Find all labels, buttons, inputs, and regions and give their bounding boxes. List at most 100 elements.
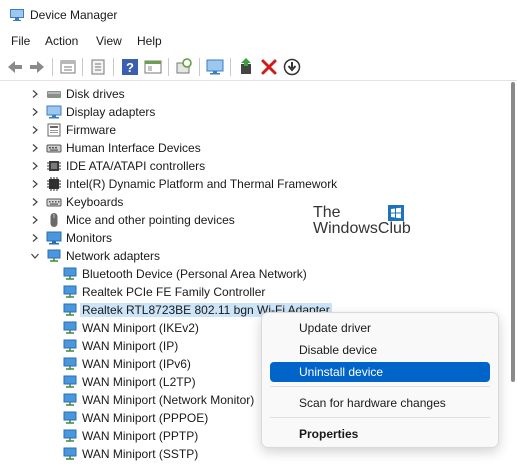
svg-text:?: ? [126,60,134,75]
menu-item-label: Scan for hardware changes [299,396,446,410]
menu-item-disable-device[interactable]: Disable device [262,340,498,360]
tree-item-label: Human Interface Devices [66,141,201,155]
tree-item-label: Monitors [66,231,113,245]
network-adapter-item[interactable]: WAN Miniport (Network Monitor) [62,391,254,409]
network-adapter-item[interactable]: WAN Miniport (PPPOE) [62,409,208,427]
add-driver-icon[interactable] [237,57,257,77]
watermark-line2: WindowsClub [313,220,411,237]
menu-help[interactable]: Help [137,34,162,48]
network-adapter-label: WAN Miniport (IP) [82,339,179,353]
tree-item-display-adapters[interactable]: Display adapters [28,103,155,121]
menu-item-label: Disable device [299,343,378,357]
chevron-right-icon[interactable] [28,193,42,211]
network-adapter-item[interactable]: WAN Miniport (PPTP) [62,427,198,445]
toolbar-separator [230,58,231,76]
update-down-icon[interactable] [282,57,302,77]
toolbar: ? [0,54,517,81]
chevron-right-icon[interactable] [28,157,42,175]
tree-item-mice[interactable]: Mice and other pointing devices [28,211,235,229]
network-adapter-label: WAN Miniport (SSTP) [82,447,199,461]
tree-item-label: Mice and other pointing devices [66,213,235,227]
keyboard-icon [46,198,62,207]
hid-icon [46,144,62,153]
network-adapter-icon [63,303,77,316]
chevron-right-icon[interactable] [28,103,42,121]
display-adapter-icon [46,105,62,119]
network-adapter-label: WAN Miniport (L2TP) [82,375,196,389]
chevron-right-icon[interactable] [28,229,42,247]
network-adapter-icon [63,339,77,352]
network-adapter-icon [63,375,77,388]
network-adapter-label: WAN Miniport (IKEv2) [82,321,199,335]
menu-item-label: Uninstall device [299,365,384,379]
network-adapter-label: WAN Miniport (IPv6) [82,357,191,371]
tree-item-keyboards[interactable]: Keyboards [28,193,123,211]
network-adapter-item[interactable]: WAN Miniport (L2TP) [62,373,196,391]
tree-item-ide-ata-atapi-controllers[interactable]: IDE ATA/ATAPI controllers [28,157,205,175]
tree-item-firmware[interactable]: Firmware [28,121,116,139]
device-manager-icon [10,9,24,21]
chevron-right-icon[interactable] [28,85,42,103]
toolbar-separator [52,58,53,76]
help-icon[interactable]: ? [120,57,140,77]
scan-hardware-icon[interactable] [174,57,194,77]
toolbar-separator [82,58,83,76]
menu-item-update-driver[interactable]: Update driver [262,318,498,338]
vertical-scrollbar[interactable] [511,82,515,382]
network-adapter-item[interactable]: WAN Miniport (IP) [62,337,178,355]
chevron-down-icon[interactable] [28,247,42,265]
driver-icon[interactable] [88,57,108,77]
network-adapter-item[interactable]: WAN Miniport (IPv6) [62,355,191,373]
tree-item-label: IDE ATA/ATAPI controllers [66,159,206,173]
network-adapter-label: WAN Miniport (PPTP) [82,429,199,443]
tree-item-network-adapters[interactable]: Network adapters [28,247,160,265]
network-adapter-item[interactable]: WAN Miniport (IKEv2) [62,319,199,337]
properties-icon[interactable] [58,57,78,77]
network-adapter-icon [63,429,77,442]
menu-separator [270,386,490,387]
menu-item-uninstall-device[interactable]: Uninstall device [270,362,490,382]
title-bar: Device Manager [0,0,517,32]
context-menu: Update driver Disable device Uninstall d… [261,312,499,448]
chip-icon [47,177,61,191]
windowsclub-logo-icon [388,205,404,221]
network-adapter-item[interactable]: Bluetooth Device (Personal Area Network) [62,265,307,283]
network-adapter-item[interactable]: WAN Miniport (SSTP) [62,445,198,463]
network-adapter-label: Bluetooth Device (Personal Area Network) [82,267,307,281]
chevron-right-icon[interactable] [28,175,42,193]
network-adapter-icon [47,249,61,262]
menu-bar: File Action View Help [0,32,517,52]
chevron-right-icon[interactable] [28,211,42,229]
menu-separator [270,417,490,418]
network-adapter-label: Realtek PCIe FE Family Controller [82,285,266,299]
menu-item-label: Properties [299,427,359,441]
menu-file[interactable]: File [11,34,30,48]
toolbar-separator [199,58,200,76]
tree-item-disk-drives[interactable]: Disk drives [28,85,125,103]
tree-item-human-interface-devices[interactable]: Human Interface Devices [28,139,201,157]
tree-item-label: Display adapters [66,105,156,119]
back-arrow-icon[interactable] [5,57,25,77]
chevron-right-icon[interactable] [28,121,42,139]
tree-item-monitors[interactable]: Monitors [28,229,112,247]
network-adapter-label: WAN Miniport (Network Monitor) [82,393,255,407]
tree-item-intel-dptf[interactable]: Intel(R) Dynamic Platform and Thermal Fr… [28,175,337,193]
forward-arrow-icon[interactable] [27,57,47,77]
toolbar-separator [113,58,114,76]
menu-item-properties[interactable]: Properties [262,424,498,444]
network-adapter-item[interactable]: Realtek PCIe FE Family Controller [62,283,265,301]
menu-item-scan-hardware[interactable]: Scan for hardware changes [262,393,498,413]
menu-view[interactable]: View [96,34,122,48]
disk-drive-icon [47,91,61,98]
network-adapter-icon [63,285,77,298]
ide-controller-icon [47,161,61,171]
menu-item-label: Update driver [299,321,372,335]
network-adapter-icon [63,321,77,334]
chevron-right-icon[interactable] [28,139,42,157]
console-icon[interactable] [143,57,163,77]
monitor-icon[interactable] [205,57,225,77]
tree-item-label: Firmware [66,123,116,137]
uninstall-x-icon[interactable] [259,57,279,77]
tree-item-label: Keyboards [66,195,124,209]
menu-action[interactable]: Action [45,34,78,48]
